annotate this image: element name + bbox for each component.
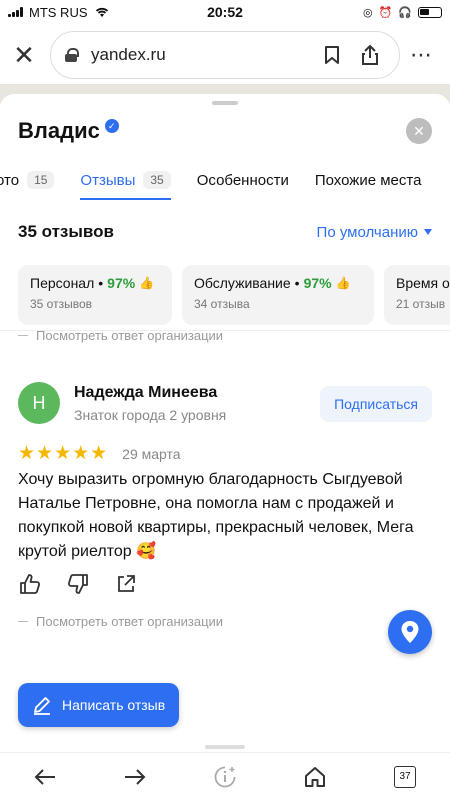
url-text[interactable]: yandex.ru — [91, 45, 309, 65]
tab-reviews[interactable]: Отзывы 35 — [80, 160, 172, 200]
dislike-icon[interactable] — [66, 572, 90, 596]
thumb-up-icon: 👍 — [335, 276, 351, 290]
tab-label: Особенности — [196, 171, 289, 189]
pencil-icon — [34, 697, 50, 715]
thumb-up-icon: 👍 — [139, 276, 155, 290]
headphones-icon: 🎧 — [398, 6, 413, 19]
like-icon[interactable] — [18, 572, 42, 596]
address-bar[interactable]: yandex.ru — [50, 31, 400, 79]
org-sheet: Владис ✓ ✕ ото 15 Отзывы 35 Особенности … — [0, 94, 450, 800]
status-bar: MTS RUS 20:52 ◎ ⏰ 🎧 — [0, 0, 450, 24]
close-sheet-button[interactable]: ✕ — [406, 118, 432, 144]
aspect-chip[interactable]: Время о 21 отзыв — [384, 265, 450, 325]
browser-toolbar: ✕ yandex.ru ⋯ — [0, 28, 450, 82]
dash — [18, 335, 28, 336]
write-review-label: Написать отзыв — [62, 697, 166, 713]
tab-label: Похожие места — [314, 171, 422, 189]
author-level: Знаток города 2 уровня — [74, 407, 227, 423]
subscribe-button[interactable]: Подписаться — [320, 386, 432, 422]
aspect-percent: 97% — [303, 275, 332, 291]
aspect-name: Обслуживание — [194, 275, 291, 291]
verified-icon: ✓ — [104, 119, 119, 133]
signal-icon — [8, 7, 23, 17]
tab-photos[interactable]: ото 15 — [0, 160, 55, 200]
share-review-icon[interactable] — [114, 572, 138, 596]
aspect-reviews: 35 отзывов — [30, 297, 93, 311]
tab-label: Отзывы — [80, 171, 136, 189]
tab-count: 35 — [143, 171, 171, 189]
tabs-icon[interactable]: 37 — [385, 757, 425, 797]
close-icon[interactable]: ✕ — [10, 42, 38, 68]
status-left: MTS RUS — [8, 5, 153, 20]
status-right: ◎ ⏰ 🎧 — [297, 6, 443, 19]
aspect-name: Время о — [396, 275, 450, 291]
aspect-chip[interactable]: Персонал • 97% 👍 35 отзывов — [18, 265, 172, 325]
browser-bottom-bar: 37 — [0, 752, 450, 800]
aspect-percent: 97% — [107, 275, 136, 291]
assistant-icon[interactable] — [205, 757, 245, 797]
owner-reply-label: Посмотреть ответ организации — [36, 614, 224, 629]
review-author[interactable]: Надежда Минеева — [74, 384, 217, 402]
share-icon[interactable] — [355, 40, 385, 70]
org-tabs: ото 15 Отзывы 35 Особенности Похожие мес… — [0, 160, 450, 200]
lock-icon — [65, 48, 79, 62]
carrier-label: MTS RUS — [29, 4, 88, 20]
home-icon[interactable] — [295, 757, 335, 797]
chevron-down-icon — [424, 229, 432, 235]
sheet-grabber[interactable] — [212, 101, 238, 105]
bookmark-icon[interactable] — [317, 40, 347, 70]
write-review-button[interactable]: Написать отзыв — [18, 683, 180, 727]
aspect-separator: • — [294, 275, 300, 291]
review-text: Хочу выразить огромную благодарность Сыг… — [18, 471, 414, 560]
rating-stars: ★★★★★ — [18, 443, 109, 464]
owner-reply-link[interactable]: Посмотреть ответ организации — [18, 328, 223, 343]
alarm-icon: ⏰ — [378, 6, 393, 19]
dash — [18, 621, 28, 622]
more-icon[interactable]: ⋯ — [410, 42, 433, 68]
wifi-icon — [95, 7, 108, 17]
aspect-name: Персонал — [30, 275, 95, 291]
aspect-title: Персонал • 97% 👍 — [30, 275, 160, 291]
aspect-title: Время о — [396, 275, 450, 291]
rating-row: ★★★★★ 29 марта — [18, 442, 181, 465]
owner-reply-link[interactable]: Посмотреть ответ организации — [18, 614, 223, 629]
tab-count: 15 — [27, 171, 55, 189]
aspect-reviews: 34 отзыва — [194, 297, 250, 311]
back-arrow-icon[interactable] — [25, 757, 65, 797]
tabs-count: 37 — [394, 765, 416, 788]
org-title: Владис — [18, 118, 100, 143]
review-actions — [18, 572, 138, 596]
sort-dropdown[interactable]: По умолчанию — [317, 224, 432, 241]
aspect-chip[interactable]: Обслуживание • 97% 👍 34 отзыва — [182, 265, 374, 325]
tab-similar-places[interactable]: Похожие места — [315, 160, 422, 200]
tab-label: ото — [0, 171, 20, 189]
aspect-chips: Персонал • 97% 👍 35 отзывов Обслуживание… — [18, 265, 450, 325]
avatar[interactable]: Н — [18, 382, 60, 424]
aspect-title: Обслуживание • 97% 👍 — [194, 275, 362, 291]
reviews-header: 35 отзывов По умолчанию — [18, 222, 432, 242]
reviews-count: 35 отзывов — [18, 222, 114, 241]
review-date: 29 марта — [122, 445, 181, 462]
location-pin-button[interactable] — [388, 610, 432, 654]
org-header: Владис ✓ ✕ — [18, 116, 432, 146]
sort-label: По умолчанию — [316, 223, 418, 241]
aspect-separator: • — [98, 275, 104, 291]
aspect-reviews: 21 отзыв — [396, 297, 446, 311]
location-pin-icon — [401, 621, 419, 643]
owner-reply-label: Посмотреть ответ организации — [36, 328, 224, 343]
rotation-lock-icon: ◎ — [363, 6, 373, 19]
clock: 20:52 — [207, 4, 243, 20]
toolbar-grabber — [205, 745, 245, 749]
tab-features[interactable]: Особенности — [197, 160, 289, 200]
battery-icon — [418, 6, 443, 18]
forward-arrow-icon[interactable] — [115, 757, 155, 797]
